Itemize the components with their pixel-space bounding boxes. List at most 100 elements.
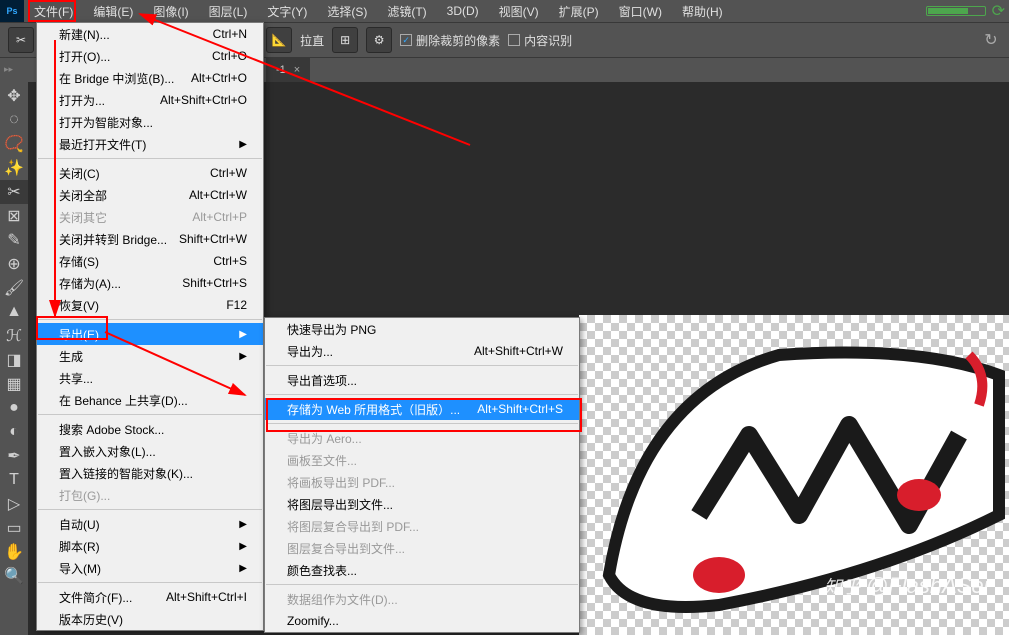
- file-menu-item-12[interactable]: 存储为(A)...Shift+Ctrl+S: [37, 272, 263, 294]
- pen-tool[interactable]: ✒: [0, 444, 28, 468]
- export-menu-item-10[interactable]: 将图层导出到文件...: [265, 493, 579, 515]
- tool-preset-icon[interactable]: ✂: [8, 27, 34, 53]
- file-menu-item-4[interactable]: 打开为智能对象...: [37, 111, 263, 133]
- file-menu-item-26[interactable]: 脚本(R)▶: [37, 535, 263, 557]
- menu-separator: [266, 365, 578, 366]
- sync-icon: ⟳: [992, 1, 1005, 21]
- menu-窗口(W)[interactable]: 窗口(W): [609, 0, 672, 22]
- file-menu-item-27[interactable]: 导入(M)▶: [37, 557, 263, 579]
- stamp-tool[interactable]: ▲: [0, 300, 28, 324]
- menu-separator: [266, 394, 578, 395]
- menu-图层(L)[interactable]: 图层(L): [199, 0, 258, 22]
- menu-视图(V)[interactable]: 视图(V): [489, 0, 549, 22]
- reset-icon[interactable]: ↻: [981, 30, 1001, 50]
- menu-3D(D)[interactable]: 3D(D): [437, 0, 489, 22]
- menu-separator: [38, 509, 262, 510]
- menu-separator: [38, 158, 262, 159]
- grid-overlay-icon[interactable]: ⊞: [332, 27, 358, 53]
- gradient-tool[interactable]: ▦: [0, 372, 28, 396]
- export-menu-item-8: 画板至文件...: [265, 449, 579, 471]
- menu-滤镜(T)[interactable]: 滤镜(T): [377, 0, 436, 22]
- file-menu-item-17[interactable]: 共享...: [37, 367, 263, 389]
- export-menu-item-11: 将图层复合导出到 PDF...: [265, 515, 579, 537]
- menu-separator: [38, 319, 262, 320]
- submenu-arrow-icon: ▶: [239, 541, 247, 552]
- crop-tool[interactable]: ✂: [0, 180, 28, 204]
- export-submenu: 快速导出为 PNG导出为...Alt+Shift+Ctrl+W 导出首选项... 存…: [264, 317, 580, 633]
- menu-文件(F)[interactable]: 文件(F): [24, 0, 83, 22]
- healing-tool[interactable]: ⊕: [0, 252, 28, 276]
- panel-tab-handle[interactable]: ▸▸: [4, 64, 14, 78]
- file-menu-item-7[interactable]: 关闭(C)Ctrl+W: [37, 162, 263, 184]
- file-menu-item-30[interactable]: 版本历史(V): [37, 608, 263, 630]
- shape-tool[interactable]: ▭: [0, 516, 28, 540]
- delete-cropped-checkbox[interactable]: ✓删除裁剪的像素: [400, 32, 500, 49]
- file-menu-item-16[interactable]: 生成▶: [37, 345, 263, 367]
- blur-tool[interactable]: ●: [0, 396, 28, 420]
- export-menu-item-13[interactable]: 颜色查找表...: [265, 559, 579, 581]
- brush-tool[interactable]: 🖌: [0, 276, 28, 300]
- frame-tool[interactable]: ⊠: [0, 204, 28, 228]
- menu-文字(Y)[interactable]: 文字(Y): [257, 0, 317, 22]
- file-menu-item-21[interactable]: 置入嵌入对象(L)...: [37, 440, 263, 462]
- history-brush-tool[interactable]: ℋ: [0, 324, 28, 348]
- watermark: 知乎 @FlashASer: [824, 573, 991, 599]
- path-select-tool[interactable]: ▷: [0, 492, 28, 516]
- export-menu-item-3[interactable]: 导出首选项...: [265, 369, 579, 391]
- file-menu-item-1[interactable]: 打开(O)...Ctrl+O: [37, 45, 263, 67]
- eraser-tool[interactable]: ◨: [0, 348, 28, 372]
- file-menu-item-13[interactable]: 恢复(V)F12: [37, 294, 263, 316]
- export-menu-item-0[interactable]: 快速导出为 PNG: [265, 318, 579, 340]
- menu-separator: [266, 584, 578, 585]
- file-menu-item-25[interactable]: 自动(U)▶: [37, 513, 263, 535]
- menu-帮助(H)[interactable]: 帮助(H): [672, 0, 733, 22]
- menu-扩展(P)[interactable]: 扩展(P): [549, 0, 609, 22]
- file-menu-item-0[interactable]: 新建(N)...Ctrl+N: [37, 23, 263, 45]
- file-menu-item-15[interactable]: 导出(E)▶: [37, 323, 263, 345]
- tools-panel: ✥ ◌ 📿 ✨ ✂ ⊠ ✎ ⊕ 🖌 ▲ ℋ ◨ ▦ ● ◐ ✒ T ▷ ▭ ✋ …: [0, 84, 28, 588]
- titlebar-indicators: ⟳: [926, 0, 1005, 22]
- menu-编辑(E)[interactable]: 编辑(E): [83, 0, 143, 22]
- file-menu-item-11[interactable]: 存储(S)Ctrl+S: [37, 250, 263, 272]
- move-tool[interactable]: ✥: [0, 84, 28, 108]
- export-menu-item-1[interactable]: 导出为...Alt+Shift+Ctrl+W: [265, 340, 579, 362]
- file-menu-item-22[interactable]: 置入链接的智能对象(K)...: [37, 462, 263, 484]
- file-menu-dropdown: 新建(N)...Ctrl+N打开(O)...Ctrl+O在 Bridge 中浏览…: [36, 22, 264, 631]
- app-icon: Ps: [0, 0, 24, 22]
- document-tabs: -1 ×: [266, 58, 310, 82]
- file-menu-item-29[interactable]: 文件简介(F)...Alt+Shift+Ctrl+I: [37, 586, 263, 608]
- export-menu-item-15: 数据组作为文件(D)...: [265, 588, 579, 610]
- menubar: Ps 文件(F)编辑(E)图像(I)图层(L)文字(Y)选择(S)滤镜(T)3D…: [0, 0, 1009, 22]
- menu-separator: [266, 423, 578, 424]
- file-menu-item-18[interactable]: 在 Behance 上共享(D)...: [37, 389, 263, 411]
- menu-选择(S)[interactable]: 选择(S): [317, 0, 377, 22]
- export-menu-item-9: 将画板导出到 PDF...: [265, 471, 579, 493]
- dodge-tool[interactable]: ◐: [0, 420, 28, 444]
- menu-separator: [38, 414, 262, 415]
- settings-icon[interactable]: ⚙: [366, 27, 392, 53]
- submenu-arrow-icon: ▶: [239, 519, 247, 530]
- export-menu-item-16[interactable]: Zoomify...: [265, 610, 579, 632]
- file-menu-item-5[interactable]: 最近打开文件(T)▶: [37, 133, 263, 155]
- eyedropper-tool[interactable]: ✎: [0, 228, 28, 252]
- document-tab[interactable]: -1 ×: [266, 58, 310, 82]
- zoom-tool[interactable]: 🔍: [0, 564, 28, 588]
- hand-tool[interactable]: ✋: [0, 540, 28, 564]
- file-menu-item-10[interactable]: 关闭并转到 Bridge...Shift+Ctrl+W: [37, 228, 263, 250]
- menu-图像(I)[interactable]: 图像(I): [143, 0, 198, 22]
- marquee-tool[interactable]: ◌: [0, 108, 28, 132]
- export-menu-item-12: 图层复合导出到文件...: [265, 537, 579, 559]
- file-menu-item-8[interactable]: 关闭全部Alt+Ctrl+W: [37, 184, 263, 206]
- file-menu-item-2[interactable]: 在 Bridge 中浏览(B)...Alt+Ctrl+O: [37, 67, 263, 89]
- export-menu-item-5[interactable]: 存储为 Web 所用格式（旧版）...Alt+Shift+Ctrl+S: [265, 398, 579, 420]
- menu-separator: [38, 582, 262, 583]
- straighten-icon[interactable]: 📐: [266, 27, 292, 53]
- type-tool[interactable]: T: [0, 468, 28, 492]
- file-menu-item-20[interactable]: 搜索 Adobe Stock...: [37, 418, 263, 440]
- submenu-arrow-icon: ▶: [239, 329, 247, 340]
- lasso-tool[interactable]: 📿: [0, 132, 28, 156]
- magic-wand-tool[interactable]: ✨: [0, 156, 28, 180]
- file-menu-item-3[interactable]: 打开为...Alt+Shift+Ctrl+O: [37, 89, 263, 111]
- close-icon[interactable]: ×: [294, 64, 300, 76]
- content-aware-checkbox[interactable]: 内容识别: [508, 32, 572, 49]
